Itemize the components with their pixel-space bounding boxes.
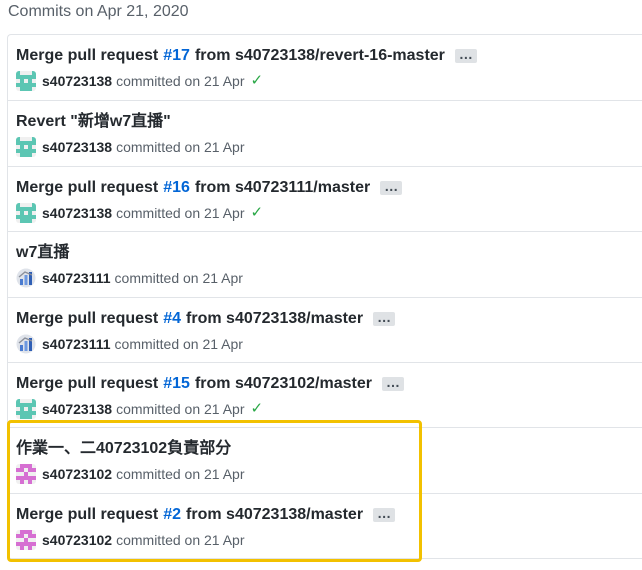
commit-title-text[interactable]: Revert "新增w7直播" bbox=[16, 111, 171, 133]
commit-date: committed on 21 Apr bbox=[116, 466, 245, 483]
pink-identicon-avatar[interactable] bbox=[16, 464, 36, 485]
commit-title[interactable]: Merge pull request #2 from s40723138/mas… bbox=[16, 502, 396, 526]
commit-title-text[interactable]: w7直播 bbox=[16, 242, 69, 264]
check-icon[interactable]: ✓ bbox=[250, 399, 263, 419]
pull-request-link[interactable]: #16 bbox=[163, 177, 190, 199]
commit-date: committed on 21 Apr bbox=[114, 335, 243, 352]
commit-title-branch[interactable]: from s40723138/master bbox=[186, 308, 363, 330]
commit-meta: s40723102 committed on 21 Apr bbox=[16, 464, 245, 485]
check-icon[interactable]: ✓ bbox=[250, 203, 263, 223]
teal-identicon-avatar[interactable] bbox=[16, 71, 36, 91]
commit-item: w7直播 s40723111 committed on 21 Apr bbox=[8, 231, 642, 296]
commit-title[interactable]: Revert "新增w7直播" bbox=[16, 111, 171, 133]
commit-title-text[interactable]: Merge pull request bbox=[16, 373, 158, 395]
commit-meta: s40723138 committed on 21 Apr ✓ bbox=[16, 71, 263, 91]
commit-date: committed on 21 Apr bbox=[116, 73, 245, 89]
teal-identicon-avatar[interactable] bbox=[16, 137, 36, 158]
expand-message-button[interactable] bbox=[373, 502, 396, 524]
expand-message-button[interactable] bbox=[454, 43, 477, 65]
commit-meta: s40723111 committed on 21 Apr bbox=[16, 268, 243, 288]
pull-request-link[interactable]: #17 bbox=[163, 45, 190, 67]
commit-title[interactable]: Merge pull request #15 from s40723102/ma… bbox=[16, 371, 404, 395]
commit-title-text[interactable]: Merge pull request bbox=[16, 177, 158, 199]
commit-meta: s40723138 committed on 21 Apr ✓ bbox=[16, 398, 263, 419]
expand-message-button[interactable] bbox=[373, 306, 396, 328]
commit-title-branch[interactable]: from s40723111/master bbox=[195, 177, 370, 199]
commit-group-title: Commits on Apr 21, 2020 bbox=[8, 3, 189, 20]
commit-date: committed on 21 Apr bbox=[116, 204, 245, 221]
commit-author-link[interactable]: s40723111 bbox=[42, 268, 111, 288]
commit-author-link[interactable]: s40723102 bbox=[42, 530, 112, 550]
commit-meta: s40723138 committed on 21 Apr ✓ bbox=[16, 202, 263, 223]
commit-item: Merge pull request #2 from s40723138/mas… bbox=[8, 492, 642, 558]
commit-date: committed on 21 Apr bbox=[116, 139, 245, 156]
commit-author-link[interactable]: s40723138 bbox=[42, 137, 112, 157]
commit-title-text[interactable]: Merge pull request bbox=[16, 308, 158, 330]
commit-list: Merge pull request #17 from s40723138/re… bbox=[7, 34, 642, 560]
commit-author-link[interactable]: s40723138 bbox=[42, 71, 112, 91]
commit-meta: s40723102 committed on 21 Apr bbox=[16, 529, 245, 550]
pull-request-link[interactable]: #4 bbox=[163, 308, 181, 330]
commit-title[interactable]: 作業一、二40723102負責部分 bbox=[16, 438, 231, 460]
commit-item: Merge pull request #17 from s40723138/re… bbox=[8, 35, 642, 100]
check-icon[interactable]: ✓ bbox=[250, 71, 263, 91]
commit-title-branch[interactable]: from s40723138/master bbox=[186, 504, 363, 526]
commit-author-link[interactable]: s40723138 bbox=[42, 203, 112, 223]
commit-title-text[interactable]: 作業一、二40723102負責部分 bbox=[16, 438, 231, 460]
pull-request-link[interactable]: #15 bbox=[163, 373, 190, 395]
commit-meta: s40723111 committed on 21 Apr bbox=[16, 334, 243, 354]
commit-item: Merge pull request #16 from s40723111/ma… bbox=[8, 165, 642, 231]
commit-date: committed on 21 Apr bbox=[116, 531, 245, 548]
commit-title-text[interactable]: Merge pull request bbox=[16, 504, 158, 526]
expand-message-button[interactable] bbox=[381, 371, 404, 393]
commit-title-branch[interactable]: from s40723138/revert-16-master bbox=[195, 45, 445, 67]
commit-item: 作業一、二40723102負責部分 s40723102 committed on… bbox=[8, 427, 642, 492]
pull-request-link[interactable]: #2 bbox=[163, 504, 181, 526]
commit-author-link[interactable]: s40723111 bbox=[42, 334, 111, 354]
chart-avatar[interactable] bbox=[16, 268, 36, 288]
commit-author-link[interactable]: s40723138 bbox=[42, 399, 112, 419]
commit-title-branch[interactable]: from s40723102/master bbox=[195, 373, 372, 395]
commit-date: committed on 21 Apr bbox=[114, 270, 243, 287]
commit-title-text[interactable]: Merge pull request bbox=[16, 45, 158, 67]
commit-date: committed on 21 Apr bbox=[116, 400, 245, 417]
commit-title[interactable]: Merge pull request #4 from s40723138/mas… bbox=[16, 306, 396, 330]
expand-message-button[interactable] bbox=[380, 175, 403, 197]
commit-item: Merge pull request #15 from s40723102/ma… bbox=[8, 361, 642, 427]
commit-title[interactable]: w7直播 bbox=[16, 242, 69, 264]
teal-identicon-avatar[interactable] bbox=[16, 398, 36, 419]
commit-author-link[interactable]: s40723102 bbox=[42, 464, 112, 484]
commit-item: Merge pull request #4 from s40723138/mas… bbox=[8, 296, 642, 362]
commit-item: Revert "新增w7直播" s40723138 committed on 2… bbox=[8, 100, 642, 165]
commit-meta: s40723138 committed on 21 Apr bbox=[16, 137, 245, 158]
commit-title[interactable]: Merge pull request #17 from s40723138/re… bbox=[16, 43, 477, 67]
chart-avatar[interactable] bbox=[16, 334, 36, 354]
pink-identicon-avatar[interactable] bbox=[16, 529, 36, 550]
commit-title[interactable]: Merge pull request #16 from s40723111/ma… bbox=[16, 175, 403, 199]
teal-identicon-avatar[interactable] bbox=[16, 202, 36, 223]
